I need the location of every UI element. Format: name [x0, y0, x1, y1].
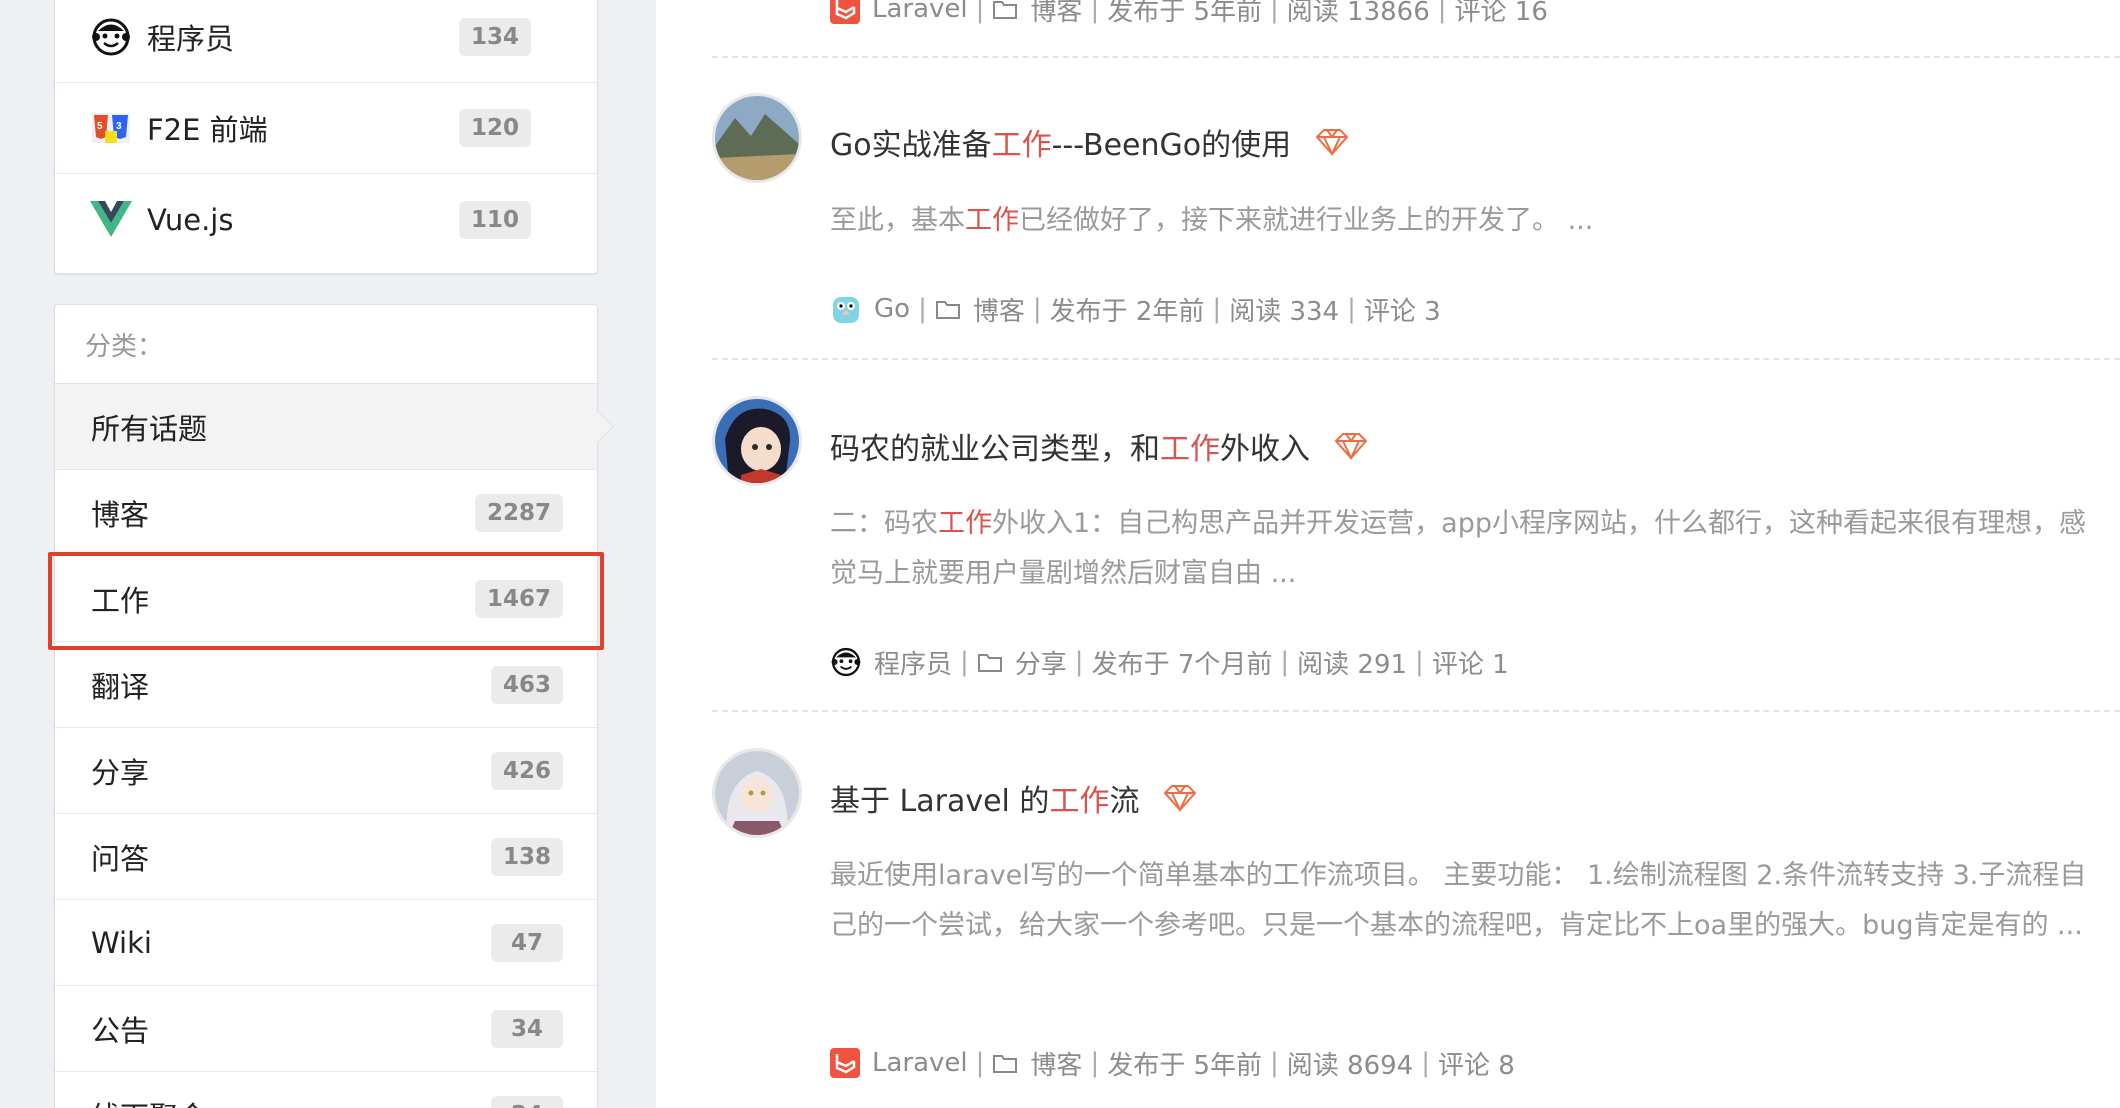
category-item-blog[interactable]: 博客 2287 [55, 470, 597, 556]
category-card: 分类： 所有话题 博客 2287 工作 1467 翻译 463 分享 426 问… [54, 304, 598, 1108]
post-reads: 阅读 13866 [1286, 0, 1430, 27]
post-comments: 评论 3 [1363, 296, 1441, 327]
divider [712, 56, 2120, 58]
post-comments: 评论 1 [1431, 649, 1509, 680]
category-count-badge: 24 [491, 1095, 563, 1108]
post-node[interactable]: 程序员 [874, 644, 952, 681]
category-label: Wiki [91, 925, 152, 960]
post-published: 发布于 5年前 [1107, 1050, 1263, 1081]
post-title[interactable]: 基于 Laravel 的工作流 [830, 778, 1197, 819]
svg-text:3: 3 [116, 121, 122, 132]
post-meta: Go | 博客 | 发布于 2年前 | 阅读 334 | 评论 3 [830, 291, 1441, 328]
author-avatar[interactable] [712, 396, 802, 486]
category-count-badge: 2287 [474, 493, 563, 532]
category-label: 线下聚会 [91, 1094, 207, 1108]
node-item-vue[interactable]: Vue.js 110 [55, 174, 597, 265]
post-category[interactable]: 博客 [1030, 1045, 1082, 1082]
folder-icon [977, 651, 1003, 673]
topic-list: Laravel | 博客 | 发布于 5年前 | 阅读 13866 | 评论 1… [656, 0, 2120, 1108]
post-title[interactable]: 码农的就业公司类型，和 工作 外收入 [830, 426, 1368, 467]
category-item-meetup[interactable]: 线下聚会 24 [55, 1072, 597, 1108]
node-label: 程序员 [147, 22, 235, 56]
svg-text:5: 5 [97, 121, 103, 132]
diamond-icon [1163, 784, 1197, 812]
author-avatar[interactable] [712, 93, 802, 183]
post-meta-top: Laravel | 博客 | 发布于 5年前 | 阅读 13866 | 评论 1… [830, 0, 1548, 28]
folder-icon [992, 0, 1018, 20]
post-reads: 阅读 291 [1297, 649, 1408, 680]
category-label: 翻译 [91, 669, 150, 704]
category-item-share[interactable]: 分享 426 [55, 728, 597, 814]
category-label: 分享 [91, 755, 150, 790]
category-label: 博客 [91, 497, 150, 532]
folder-icon [935, 298, 961, 320]
node-item-f2e[interactable]: 53 F2E 前端 120 [55, 83, 597, 174]
category-count-badge: 426 [490, 751, 563, 790]
categories-header: 分类： [55, 305, 597, 384]
category-count-badge: 463 [490, 665, 563, 704]
post-category[interactable]: 博客 [1030, 0, 1082, 28]
node-item-programmer[interactable]: 程序员 134 [55, 0, 597, 83]
diamond-icon [1315, 128, 1349, 156]
post-meta: 程序员 | 分享 | 发布于 7个月前 | 阅读 291 | 评论 1 [830, 644, 1509, 681]
node-label: F2E 前端 [147, 113, 268, 147]
category-label: 工作 [91, 583, 150, 618]
node-count-badge: 120 [458, 109, 531, 147]
post-excerpt: 二：码农工作外收入1：自己构思产品并开发运营，app小程序网站，什么都行，这种看… [830, 508, 2086, 589]
node-label: Vue.js [147, 202, 234, 237]
author-avatar[interactable] [712, 748, 802, 838]
post-published: 发布于 5年前 [1107, 0, 1263, 27]
post-excerpt: 至此，基本工作已经做好了，接下来就进行业务上的开发了。 ... [830, 205, 1594, 236]
post-category[interactable]: 分享 [1015, 644, 1067, 681]
category-count-badge: 34 [491, 1009, 563, 1048]
category-item-work[interactable]: 工作 1467 [55, 556, 597, 642]
post-comments: 评论 16 [1454, 0, 1548, 27]
post-published: 发布于 2年前 [1049, 296, 1205, 327]
post-comments: 评论 8 [1437, 1050, 1515, 1081]
html5-css3-icon: 53 [89, 106, 133, 150]
divider [712, 358, 2120, 360]
post-node[interactable]: Laravel [872, 1048, 968, 1078]
category-label: 所有话题 [91, 411, 208, 446]
category-count-badge: 138 [490, 837, 563, 876]
post-meta: Laravel | 博客 | 发布于 5年前 | 阅读 8694 | 评论 8 [830, 1045, 1515, 1082]
node-count-badge: 110 [458, 200, 531, 239]
vue-logo-icon [89, 198, 133, 242]
divider [712, 710, 2120, 712]
post-node[interactable]: Go [874, 294, 910, 324]
category-item-all[interactable]: 所有话题 [55, 384, 597, 470]
node-count-badge: 134 [458, 18, 531, 56]
programmer-face-icon [89, 15, 133, 59]
post-category[interactable]: 博客 [973, 291, 1025, 328]
folder-icon [992, 1052, 1018, 1074]
category-label: 公告 [91, 1013, 150, 1048]
post-title[interactable]: Go实战准备 工作 ---BeenGo的使用 [830, 122, 1349, 163]
laravel-icon [830, 0, 860, 24]
post-reads: 阅读 334 [1229, 296, 1340, 327]
post-reads: 阅读 8694 [1286, 1050, 1414, 1081]
gopher-icon [830, 293, 862, 325]
category-count-badge: 1467 [474, 579, 563, 618]
post-excerpt: 最近使用laravel写的一个简单基本的工作流项目。 主要功能： 1.绘制流程图… [830, 860, 2087, 941]
node-list-card: 程序员 134 53 F2E 前端 120 Vue.js 110 [54, 0, 598, 274]
post-published: 发布于 7个月前 [1091, 649, 1273, 680]
post-node[interactable]: Laravel [872, 0, 968, 24]
category-label: 问答 [91, 841, 150, 876]
laravel-icon [830, 1048, 860, 1078]
programmer-face-icon [830, 646, 862, 678]
diamond-icon [1334, 432, 1368, 460]
category-item-translation[interactable]: 翻译 463 [55, 642, 597, 728]
category-item-qa[interactable]: 问答 138 [55, 814, 597, 900]
category-item-announcement[interactable]: 公告 34 [55, 986, 597, 1072]
category-count-badge: 47 [491, 923, 563, 962]
category-item-wiki[interactable]: Wiki 47 [55, 900, 597, 986]
